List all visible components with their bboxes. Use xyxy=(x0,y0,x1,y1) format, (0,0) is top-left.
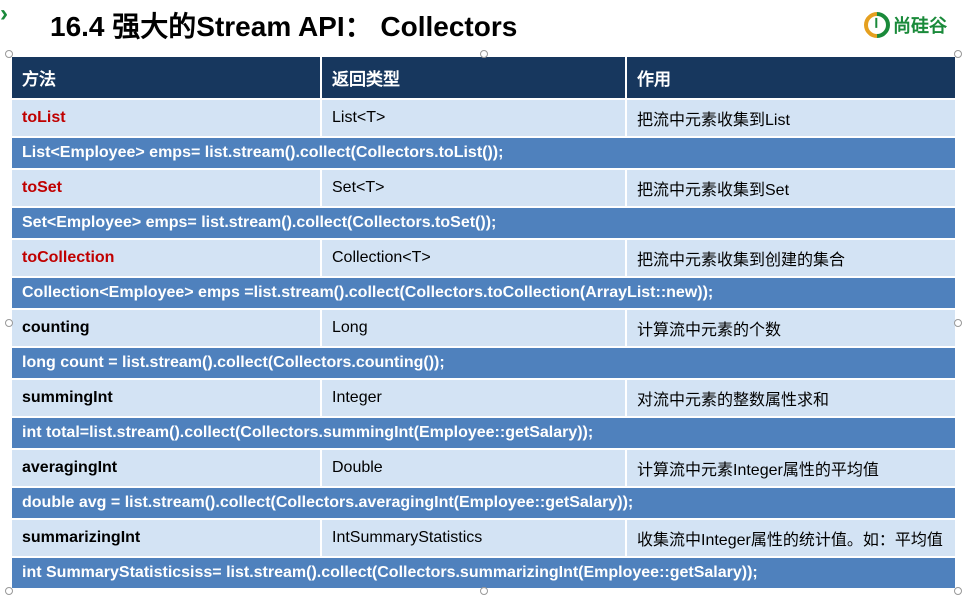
return-type-cell: Collection<T> xyxy=(321,239,626,277)
collectors-table-container[interactable]: 方法 返回类型 作用 toListList<T>把流中元素收集到ListList… xyxy=(10,55,957,590)
table-row: Collection<Employee> emps =list.stream()… xyxy=(11,277,956,309)
table-row: summingIntInteger对流中元素的整数属性求和 xyxy=(11,379,956,417)
table-row: int total=list.stream().collect(Collecto… xyxy=(11,417,956,449)
method-cell: toSet xyxy=(11,169,321,207)
purpose-cell: 对流中元素的整数属性求和 xyxy=(626,379,956,417)
table-row: long count = list.stream().collect(Colle… xyxy=(11,347,956,379)
selection-handle[interactable] xyxy=(954,50,962,58)
table-header-row: 方法 返回类型 作用 xyxy=(11,56,956,99)
table-row: Set<Employee> emps= list.stream().collec… xyxy=(11,207,956,239)
return-type-cell: Long xyxy=(321,309,626,347)
return-type-cell: Integer xyxy=(321,379,626,417)
purpose-cell: 把流中元素收集到创建的集合 xyxy=(626,239,956,277)
purpose-cell: 收集流中Integer属性的统计值。如：平均值 xyxy=(626,519,956,557)
collectors-table: 方法 返回类型 作用 toListList<T>把流中元素收集到ListList… xyxy=(10,55,957,590)
method-cell: summarizingInt xyxy=(11,519,321,557)
table-row: List<Employee> emps= list.stream().colle… xyxy=(11,137,956,169)
table-row: averagingIntDouble计算流中元素Integer属性的平均值 xyxy=(11,449,956,487)
method-cell: counting xyxy=(11,309,321,347)
table-row: toListList<T>把流中元素收集到List xyxy=(11,99,956,137)
table-row: countingLong计算流中元素的个数 xyxy=(11,309,956,347)
brand-logo: 尚硅谷 xyxy=(864,12,947,38)
selection-handle[interactable] xyxy=(480,50,488,58)
table-row: toCollectionCollection<T>把流中元素收集到创建的集合 xyxy=(11,239,956,277)
slide-header: 16.4 强大的Stream API： Collectors 尚硅谷 xyxy=(0,0,967,55)
code-example-cell: double avg = list.stream().collect(Colle… xyxy=(11,487,956,519)
code-example-cell: int total=list.stream().collect(Collecto… xyxy=(11,417,956,449)
method-cell: toCollection xyxy=(11,239,321,277)
purpose-cell: 把流中元素收集到List xyxy=(626,99,956,137)
selection-handle[interactable] xyxy=(954,319,962,327)
code-example-cell: List<Employee> emps= list.stream().colle… xyxy=(11,137,956,169)
method-cell: summingInt xyxy=(11,379,321,417)
selection-handle[interactable] xyxy=(5,50,13,58)
table-row: toSetSet<T>把流中元素收集到Set xyxy=(11,169,956,207)
selection-handle[interactable] xyxy=(5,587,13,595)
chevron-icon: › xyxy=(0,0,8,28)
selection-handle[interactable] xyxy=(480,587,488,595)
return-type-cell: IntSummaryStatistics xyxy=(321,519,626,557)
return-type-cell: Set<T> xyxy=(321,169,626,207)
purpose-cell: 计算流中元素Integer属性的平均值 xyxy=(626,449,956,487)
return-type-cell: Double xyxy=(321,449,626,487)
purpose-cell: 计算流中元素的个数 xyxy=(626,309,956,347)
purpose-cell: 把流中元素收集到Set xyxy=(626,169,956,207)
header-purpose: 作用 xyxy=(626,56,956,99)
method-cell: toList xyxy=(11,99,321,137)
table-row: double avg = list.stream().collect(Colle… xyxy=(11,487,956,519)
slide-title: 16.4 强大的Stream API： Collectors xyxy=(50,5,517,45)
logo-text: 尚硅谷 xyxy=(893,12,947,38)
method-cell: averagingInt xyxy=(11,449,321,487)
code-example-cell: Collection<Employee> emps =list.stream()… xyxy=(11,277,956,309)
code-example-cell: long count = list.stream().collect(Colle… xyxy=(11,347,956,379)
header-return-type: 返回类型 xyxy=(321,56,626,99)
table-row: summarizingIntIntSummaryStatistics收集流中In… xyxy=(11,519,956,557)
logo-icon xyxy=(859,7,896,44)
selection-handle[interactable] xyxy=(954,587,962,595)
return-type-cell: List<T> xyxy=(321,99,626,137)
code-example-cell: Set<Employee> emps= list.stream().collec… xyxy=(11,207,956,239)
selection-handle[interactable] xyxy=(5,319,13,327)
header-method: 方法 xyxy=(11,56,321,99)
